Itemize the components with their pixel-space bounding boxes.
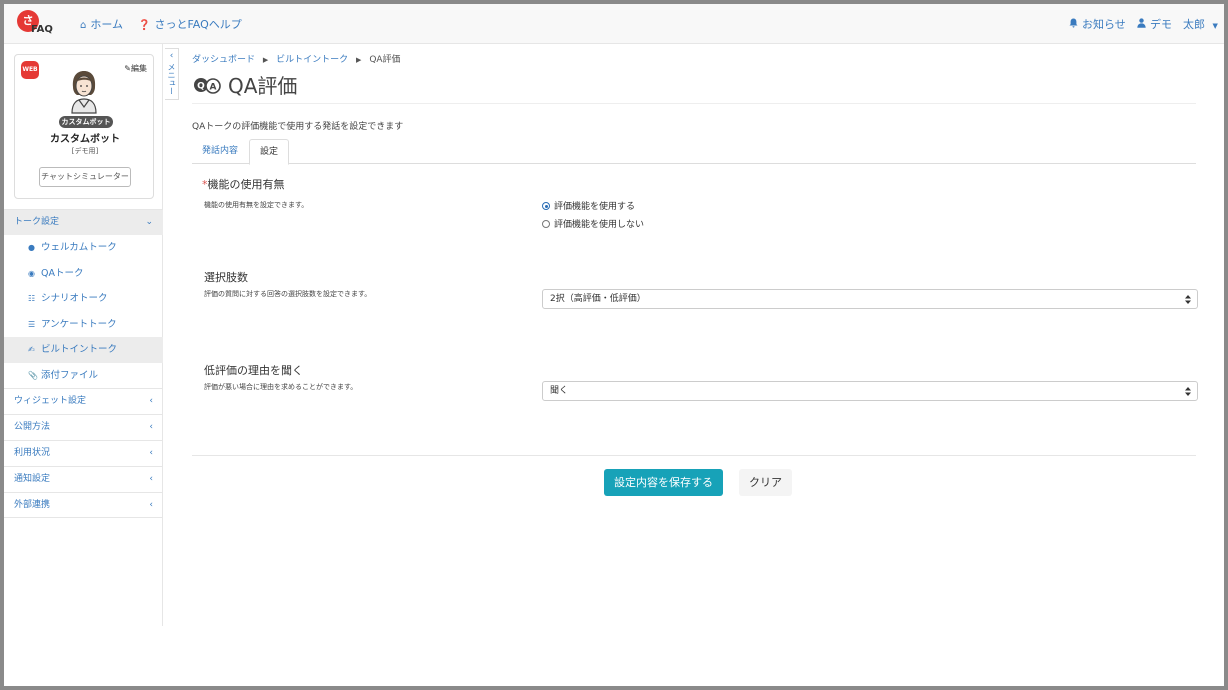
feature-usage-desc: 機能の使用有無を設定できます。	[204, 201, 309, 209]
comments-icon: ✍	[28, 345, 35, 354]
caret-down-icon: ▼	[1212, 22, 1218, 30]
sidebar-group-usage[interactable]: 利用状況 ‹	[4, 440, 163, 466]
radio-not-use-feature[interactable]: 評価機能を使用しない	[542, 217, 644, 230]
top-navbar: さ FAQ ⌂ ホーム ❓ さっとFAQヘルプ お知らせ デモ 太郎 ▼	[4, 4, 1224, 44]
sidebar-menu: トーク設定 ⌄ ● ウェルカムトーク ◉ QAトーク ☷ シナリオトーク ☰ アンケート…	[4, 209, 163, 518]
pencil-icon: ✎	[124, 64, 131, 73]
select-caret-icon	[1185, 382, 1191, 403]
page-description: QAトークの評価機能で使用する発話を設定できます	[192, 122, 404, 132]
app-frame: さ FAQ ⌂ ホーム ❓ さっとFAQヘルプ お知らせ デモ 太郎 ▼ WEB ✎…	[0, 0, 1228, 690]
welcome-icon: ●	[28, 243, 35, 252]
nav-notifications-link[interactable]: お知らせ	[1069, 16, 1126, 32]
caret-right-icon: ▶	[262, 56, 269, 64]
sidebar-item-attachments[interactable]: 📎 添付ファイル	[4, 363, 163, 389]
chat-simulator-button[interactable]: チャットシミュレーター	[39, 167, 131, 187]
reason-desc: 評価が悪い場合に理由を求めることができます。	[204, 383, 358, 391]
sidebar-group-widget[interactable]: ウィジェット設定 ‹	[4, 388, 163, 414]
choices-desc: 評価の質問に対する回答の選択肢数を設定できます。	[204, 290, 372, 298]
edit-bot-link[interactable]: ✎編集	[124, 63, 147, 74]
nav-user-menu[interactable]: デモ 太郎 ▼	[1137, 16, 1218, 32]
sidebar-item-survey[interactable]: ☰ アンケートトーク	[4, 312, 163, 338]
bot-card: WEB ✎編集 カスタムボット カスタムボット [デモ用] チャットシミュレータ…	[14, 54, 154, 199]
bot-type-pill: カスタムボット	[59, 116, 113, 128]
breadcrumb-current: QA評価	[369, 55, 401, 65]
chevron-left-icon: ‹	[149, 474, 153, 484]
reason-title: 低評価の理由を聞く	[204, 364, 303, 377]
clear-button[interactable]: クリア	[739, 469, 792, 496]
radio-checked[interactable]	[542, 202, 550, 210]
breadcrumb: ダッシュボード ▶ ビルトイントーク ▶ QA評価	[192, 52, 401, 65]
chevron-down-icon: ⌄	[145, 217, 153, 227]
choices-select[interactable]: 2択（高評価・低評価）	[542, 289, 1198, 309]
radio-use-feature[interactable]: 評価機能を使用する	[542, 199, 635, 212]
radio-unchecked[interactable]	[542, 220, 550, 228]
tab-settings[interactable]: 設定	[249, 139, 290, 165]
question-circle-icon: ❓	[138, 20, 151, 31]
sidebar-item-builtin[interactable]: ✍ ビルトイントーク	[4, 337, 163, 363]
web-badge: WEB	[21, 61, 39, 79]
bot-subtitle: [デモ用]	[71, 147, 99, 155]
sidebar-item-scenario[interactable]: ☷ シナリオトーク	[4, 286, 163, 312]
divider	[192, 103, 1196, 104]
svg-text:A: A	[210, 83, 217, 93]
feature-usage-title: *機能の使用有無	[202, 178, 285, 191]
logo-text: FAQ	[31, 24, 53, 35]
tab-bar: 発話内容 設定	[192, 139, 1196, 165]
sidebar: WEB ✎編集 カスタムボット カスタムボット [デモ用] チャットシミュレータ…	[4, 44, 163, 626]
chevron-left-icon: ‹	[149, 422, 153, 432]
sidebar-group-integrations[interactable]: 外部連携 ‹	[4, 492, 163, 518]
paperclip-icon: 📎	[28, 370, 38, 380]
bot-avatar	[63, 67, 105, 115]
tab-speech[interactable]: 発話内容	[192, 139, 248, 164]
choices-title: 選択肢数	[204, 271, 248, 284]
chevron-left-icon: ‹	[149, 396, 153, 406]
chevron-left-icon: ‹	[149, 448, 153, 458]
nav-home-link[interactable]: ⌂ ホーム	[80, 16, 123, 32]
caret-right-icon: ▶	[356, 56, 362, 64]
sidebar-item-welcome[interactable]: ● ウェルカムトーク	[4, 235, 163, 261]
chevron-left-icon: ‹	[169, 51, 174, 61]
sidebar-group-notifications[interactable]: 通知設定 ‹	[4, 466, 163, 492]
list-icon: ☰	[28, 319, 36, 329]
reason-select[interactable]: 聞く	[542, 381, 1198, 401]
bell-icon	[1069, 18, 1078, 31]
page-title: Q A QA評価	[192, 70, 297, 100]
app-logo[interactable]: さ FAQ	[17, 10, 65, 40]
chevron-left-icon: ‹	[149, 500, 153, 510]
save-settings-button[interactable]: 設定内容を保存する	[604, 469, 723, 496]
home-icon: ⌂	[80, 20, 87, 31]
qa-icon: ◉	[28, 268, 35, 278]
menu-collapse-toggle[interactable]: ‹ メニュー	[165, 48, 179, 100]
sidebar-group-publish[interactable]: 公開方法 ‹	[4, 414, 163, 440]
nav-help-link[interactable]: ❓ さっとFAQヘルプ	[138, 16, 242, 32]
sidebar-item-qa[interactable]: ◉ QAトーク	[4, 261, 163, 287]
divider	[192, 455, 1196, 456]
breadcrumb-builtin[interactable]: ビルトイントーク	[276, 55, 348, 65]
breadcrumb-dashboard[interactable]: ダッシュボード	[192, 55, 255, 65]
qa-bubble-icon: Q A	[192, 75, 222, 100]
bot-name: カスタムボット	[50, 134, 120, 145]
select-caret-icon	[1185, 290, 1191, 311]
sidebar-group-talk-settings[interactable]: トーク設定 ⌄	[4, 209, 163, 235]
user-icon	[1137, 18, 1146, 31]
svg-text:Q: Q	[197, 82, 205, 92]
sitemap-icon: ☷	[28, 294, 36, 303]
